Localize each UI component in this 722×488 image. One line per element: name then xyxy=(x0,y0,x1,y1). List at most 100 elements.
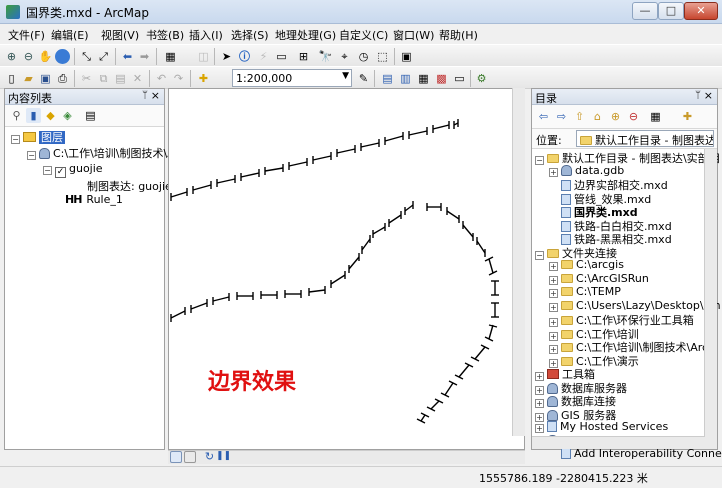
forward-icon[interactable]: ⇨ xyxy=(554,109,569,124)
menu-view[interactable]: 视图(V) xyxy=(101,27,139,43)
add-data-icon[interactable]: ✚ xyxy=(196,71,211,86)
menu-geoprocessing[interactable]: 地理处理(G) xyxy=(275,27,336,43)
map-scale-combobox[interactable]: 1:200,000 ▼ xyxy=(232,69,352,87)
collapse-icon[interactable]: − xyxy=(43,166,52,175)
table-of-contents-icon[interactable]: ▤ xyxy=(380,71,395,86)
close-icon[interactable]: × xyxy=(151,89,160,102)
go-to-xy-icon[interactable]: ⌖ xyxy=(337,49,352,64)
catalog-tree-item[interactable]: + C:\TEMP xyxy=(549,285,621,298)
redo-icon[interactable]: ↷ xyxy=(171,71,186,86)
menu-customize[interactable]: 自定义(C) xyxy=(339,27,388,43)
chevron-down-icon[interactable]: ▼ xyxy=(342,71,349,81)
catalog-window-icon[interactable]: ▥ xyxy=(398,71,413,86)
menu-edit[interactable]: 编辑(E) xyxy=(51,27,89,43)
fixed-zoom-out-icon[interactable]: ⤢ xyxy=(96,49,111,64)
catalog-tree-item[interactable]: + My Hosted Services xyxy=(535,420,668,433)
paste-icon[interactable]: ▤ xyxy=(113,71,128,86)
menu-windows[interactable]: 窗口(W) xyxy=(393,27,434,43)
pan-icon[interactable]: ✋ xyxy=(38,49,53,64)
pin-icon[interactable]: ᛘ xyxy=(695,90,701,101)
toc-rule-row[interactable]: HH Rule_1 xyxy=(65,193,123,206)
expand-icon[interactable]: + xyxy=(535,424,544,433)
search-window-icon[interactable]: ▦ xyxy=(416,71,431,86)
list-by-visibility-icon[interactable]: ◆ xyxy=(43,108,58,123)
list-by-source-icon[interactable]: ▮ xyxy=(26,108,41,123)
find-icon[interactable]: 🔭 xyxy=(318,49,333,64)
map-horizontal-scrollbar[interactable]: ↻ ❚❚ xyxy=(168,450,525,464)
new-document-icon[interactable]: ▯ xyxy=(4,71,19,86)
collapse-icon[interactable]: − xyxy=(11,135,20,144)
editor-toolbar-icon[interactable]: ✎ xyxy=(356,71,371,86)
toc-layer-row[interactable]: − ✓ guojie xyxy=(43,162,103,178)
new-item-icon[interactable]: ✚ xyxy=(680,109,695,124)
fixed-zoom-in-icon[interactable]: ⤡ xyxy=(79,49,94,64)
refresh-icon[interactable]: ↻ xyxy=(202,449,217,464)
zoom-in-icon[interactable]: ⊕ xyxy=(4,49,19,64)
minimize-button[interactable]: — xyxy=(632,2,658,20)
home-icon[interactable]: ⌂ xyxy=(590,109,605,124)
collapse-icon[interactable]: − xyxy=(535,250,544,260)
catalog-tree-item[interactable]: + C:\Users\Lazy\Desktop\km xyxy=(549,299,721,312)
back-extent-icon[interactable]: ⬅ xyxy=(120,49,135,64)
close-icon[interactable]: × xyxy=(704,89,713,102)
catalog-horizontal-scrollbar[interactable] xyxy=(532,436,705,449)
catalog-tree-item[interactable]: + C:\arcgis xyxy=(549,258,624,271)
views-icon[interactable]: ▦ xyxy=(648,109,663,124)
map-vertical-scrollbar[interactable] xyxy=(512,88,525,436)
collapse-icon[interactable]: − xyxy=(27,151,36,160)
open-icon[interactable]: ▰ xyxy=(21,71,36,86)
clear-selection-icon[interactable]: ◫ xyxy=(196,49,211,64)
menu-file[interactable]: 文件(F) xyxy=(8,27,45,43)
menu-insert[interactable]: 插入(I) xyxy=(189,27,223,43)
catalog-vertical-scrollbar[interactable] xyxy=(704,149,717,449)
pin-icon[interactable]: ᛘ xyxy=(142,90,148,101)
maximize-button[interactable]: □ xyxy=(658,2,684,20)
forward-extent-icon[interactable]: ➡ xyxy=(137,49,152,64)
html-popup-icon[interactable]: ▭ xyxy=(274,49,289,64)
collapse-icon[interactable]: − xyxy=(535,156,544,165)
expand-icon[interactable]: + xyxy=(549,275,558,285)
overview-window-icon[interactable]: ▣ xyxy=(399,49,414,64)
zoom-out-icon[interactable]: ⊖ xyxy=(21,49,36,64)
select-features-icon[interactable]: ▦ xyxy=(163,49,178,64)
copy-icon[interactable]: ⧉ xyxy=(96,71,111,86)
delete-icon[interactable]: ✕ xyxy=(130,71,145,86)
expand-icon[interactable]: + xyxy=(549,289,558,298)
connect-folder-icon[interactable]: ⊕ xyxy=(608,109,623,124)
python-window-icon[interactable]: ▭ xyxy=(452,71,467,86)
hyperlink-icon[interactable]: ⚡ xyxy=(256,49,271,64)
modelbuilder-icon[interactable]: ⚙ xyxy=(474,71,489,86)
close-button[interactable]: ✕ xyxy=(684,2,718,20)
arctoolbox-icon[interactable]: ▩ xyxy=(434,71,449,86)
toc-folder-row[interactable]: − C:\工作\培训\制图技术\A xyxy=(27,145,175,161)
list-by-drawing-order-icon[interactable]: ⚲ xyxy=(9,108,24,123)
menu-selection[interactable]: 选择(S) xyxy=(231,27,269,43)
identify-icon[interactable]: ⓘ xyxy=(237,49,252,64)
layout-view-icon[interactable] xyxy=(184,451,196,463)
print-icon[interactable]: ⎙ xyxy=(55,71,70,86)
location-combobox[interactable]: 默认工作目录 - 制图表达\ xyxy=(576,130,714,147)
measure-icon[interactable]: ⊞ xyxy=(296,49,311,64)
catalog-tree-item[interactable]: + C:\ArcGISRun xyxy=(549,272,649,285)
expand-icon[interactable]: + xyxy=(549,167,558,177)
back-icon[interactable]: ⇦ xyxy=(536,109,551,124)
expand-icon[interactable]: + xyxy=(549,302,558,312)
catalog-tree-item[interactable]: + data.gdb xyxy=(549,164,624,177)
list-by-selection-icon[interactable]: ◈ xyxy=(60,108,75,123)
toc-layers-row[interactable]: − 图层 xyxy=(11,129,65,145)
data-view-icon[interactable] xyxy=(170,451,182,463)
time-slider-icon[interactable]: ◷ xyxy=(356,49,371,64)
layer-visibility-checkbox[interactable]: ✓ xyxy=(55,167,66,178)
undo-icon[interactable]: ↶ xyxy=(154,71,169,86)
expand-icon[interactable]: + xyxy=(549,262,558,271)
disconnect-folder-icon[interactable]: ⊖ xyxy=(626,109,641,124)
menu-help[interactable]: 帮助(H) xyxy=(439,27,478,43)
viewer-window-icon[interactable]: ⬚ xyxy=(375,49,390,64)
up-one-level-icon[interactable]: ⇧ xyxy=(572,109,587,124)
cut-icon[interactable]: ✂ xyxy=(79,71,94,86)
pause-drawing-icon[interactable]: ❚❚ xyxy=(216,449,231,464)
select-elements-icon[interactable]: ➤ xyxy=(219,49,234,64)
options-icon[interactable]: ▤ xyxy=(83,108,98,123)
menu-bookmarks[interactable]: 书签(B) xyxy=(146,27,184,43)
full-extent-icon[interactable] xyxy=(55,49,70,64)
